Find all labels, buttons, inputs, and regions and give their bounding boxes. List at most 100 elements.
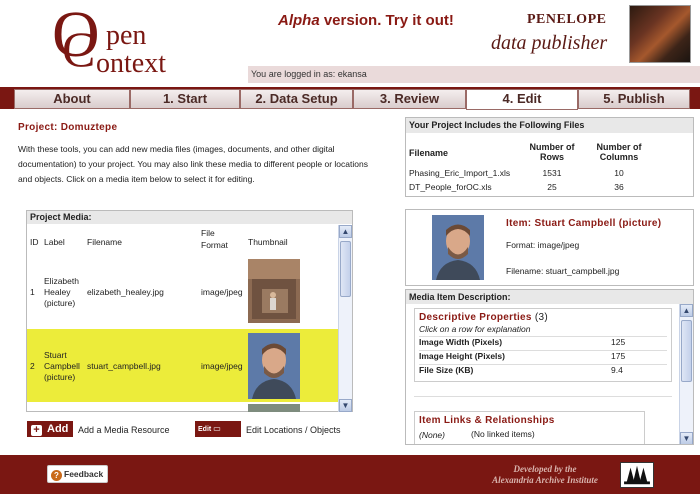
properties-count: (3) [534, 312, 548, 323]
media-row-3-partial[interactable] [27, 404, 338, 412]
intro-text: With these tools, you can add new media … [18, 144, 368, 184]
plus-icon: + [31, 425, 42, 436]
tab-start[interactable]: 1. Start [130, 89, 240, 109]
media-row-1[interactable]: 1 Elizabeth Healey (picture) elizabeth_h… [27, 257, 338, 327]
item-links-box: Item Links & Relationships (None) (No li… [414, 411, 645, 444]
media-row-label: Elizabeth Healey (picture) [44, 276, 79, 308]
project-files-heading: Your Project Includes the Following File… [406, 118, 693, 133]
thumbnail-elizabeth-healey[interactable] [248, 259, 300, 323]
links-none-text: (No linked items) [471, 429, 535, 439]
project-media-heading: Project Media: [27, 211, 352, 224]
description-scrollbar[interactable]: ▲ ▼ [679, 304, 693, 444]
thumbnail-stuart-campbell[interactable] [248, 333, 300, 399]
edit-button-label: Edit [198, 426, 212, 433]
penelope-painting-image [629, 5, 691, 63]
col-filename: Filename [87, 237, 122, 247]
item-links-title: Item Links & Relationships [419, 415, 555, 426]
penelope-subtitle: data publisher [491, 32, 608, 54]
item-detail-panel: Item: Stuart Campbell (picture) Format: … [405, 209, 694, 286]
scroll-up-icon[interactable]: ▲ [680, 304, 693, 317]
file-name: Phasing_Eric_Import_1.xls [409, 168, 511, 178]
item-title: Item: Stuart Campbell (picture) [506, 218, 662, 229]
alpha-rest: version. Try it out! [319, 12, 454, 29]
media-table: ID Label Filename File Format Thumbnail … [27, 225, 338, 412]
feedback-button[interactable]: ? Feedback [47, 465, 108, 483]
scroll-down-icon[interactable]: ▼ [680, 432, 693, 444]
thumbnail-partial [248, 404, 300, 412]
item-photo [432, 215, 484, 280]
property-name: File Size (KB) [419, 365, 474, 375]
header: O C pen ontext Alpha version. Try it out… [0, 0, 700, 86]
media-row-format: image/jpeg [201, 361, 243, 371]
tab-data-setup[interactable]: 2. Data Setup [240, 89, 353, 109]
property-value: 125 [611, 337, 626, 347]
developed-by-text: Developed by the Alexandria Archive Insti… [492, 464, 598, 485]
col-file-format: File Format [201, 228, 228, 250]
property-value: 9.4 [611, 365, 623, 375]
edit-locations-label: Edit Locations / Objects [246, 425, 341, 435]
property-value: 175 [611, 351, 626, 361]
feedback-label: Feedback [64, 469, 104, 479]
media-description-heading: Media Item Description: [406, 290, 693, 304]
property-row[interactable]: Image Width (Pixels) 125 [419, 336, 667, 350]
add-media-label: Add a Media Resource [78, 425, 170, 435]
file-name: DT_People_forOC.xls [409, 182, 492, 192]
scroll-thumb[interactable] [340, 241, 351, 297]
tab-edit[interactable]: 4. Edit [466, 89, 578, 110]
add-button-label: Add [47, 423, 69, 435]
tab-review[interactable]: 3. Review [353, 89, 466, 109]
edit-icon: ▭ [213, 424, 221, 433]
open-context-logo[interactable]: O C pen ontext [52, 2, 192, 80]
alpha-banner: Alpha version. Try it out! [278, 12, 454, 29]
col-id: ID [30, 237, 39, 247]
alpha-word: Alpha [278, 12, 320, 29]
property-row[interactable]: File Size (KB) 9.4 [419, 364, 667, 378]
file-columns: 10 [614, 168, 624, 178]
project-files-panel: Your Project Includes the Following File… [405, 117, 694, 197]
scroll-down-icon[interactable]: ▼ [339, 399, 352, 412]
descriptive-properties-title: Descriptive Properties (3) [419, 312, 548, 323]
logo-word-open: pen [106, 20, 147, 51]
add-media-button[interactable]: + Add [27, 421, 73, 437]
files-col-columns: Number of Columns [596, 142, 642, 162]
file-rows: 1531 [542, 168, 562, 178]
property-row[interactable]: Image Height (Pixels) 175 [419, 350, 667, 364]
file-rows: 25 [547, 182, 557, 192]
logo-word-context: ontext [96, 48, 166, 79]
file-columns: 36 [614, 182, 624, 192]
col-label: Label [44, 237, 65, 247]
penelope-title: PENELOPE [527, 12, 607, 27]
media-scrollbar[interactable]: ▲ ▼ [338, 225, 352, 412]
footer: ? Feedback Developed by the Alexandria Arc… [0, 455, 700, 494]
edit-locations-button[interactable]: Edit ▭ [195, 421, 241, 437]
alexandria-archive-logo[interactable] [620, 462, 654, 488]
feedback-icon: ? [51, 470, 62, 481]
item-format: Format: image/jpeg [506, 240, 580, 250]
files-col-rows: Number of Rows [529, 142, 575, 162]
property-name: Image Height (Pixels) [419, 351, 505, 361]
project-media-panel: Project Media: ID Label Filename File Fo… [26, 210, 353, 412]
divider [414, 396, 672, 397]
tab-about[interactable]: About [14, 89, 130, 109]
media-row-label: Stuart Campbell (picture) [44, 350, 80, 382]
descriptive-properties-box: Descriptive Properties (3) Click on a ro… [414, 308, 672, 382]
media-row-filename: stuart_campbell.jpg [87, 361, 161, 371]
media-row-filename: elizabeth_healey.jpg [87, 287, 164, 297]
col-thumbnail: Thumbnail [248, 237, 288, 247]
media-row-id: 2 [30, 361, 35, 371]
media-row-2[interactable]: 2 Stuart Campbell (picture) stuart_campb… [27, 329, 338, 402]
properties-hint: Click on a row for explanation [419, 324, 531, 334]
logo-letter-c: C [62, 21, 96, 77]
media-row-format: image/jpeg [201, 287, 243, 297]
item-filename: Filename: stuart_campbell.jpg [506, 266, 620, 276]
property-name: Image Width (Pixels) [419, 337, 503, 347]
wizard-tabs: About 1. Start 2. Data Setup 3. Review 4… [0, 87, 700, 110]
files-col-filename: Filename [409, 148, 449, 158]
media-description-panel: Media Item Description: Descriptive Prop… [405, 289, 694, 445]
tab-publish[interactable]: 5. Publish [578, 89, 690, 109]
project-title: Project: Domuztepe [18, 122, 118, 133]
media-row-id: 1 [30, 287, 35, 297]
scroll-up-icon[interactable]: ▲ [339, 225, 352, 238]
scroll-thumb[interactable] [681, 320, 692, 382]
login-status: You are logged in as: ekansa [248, 66, 700, 83]
